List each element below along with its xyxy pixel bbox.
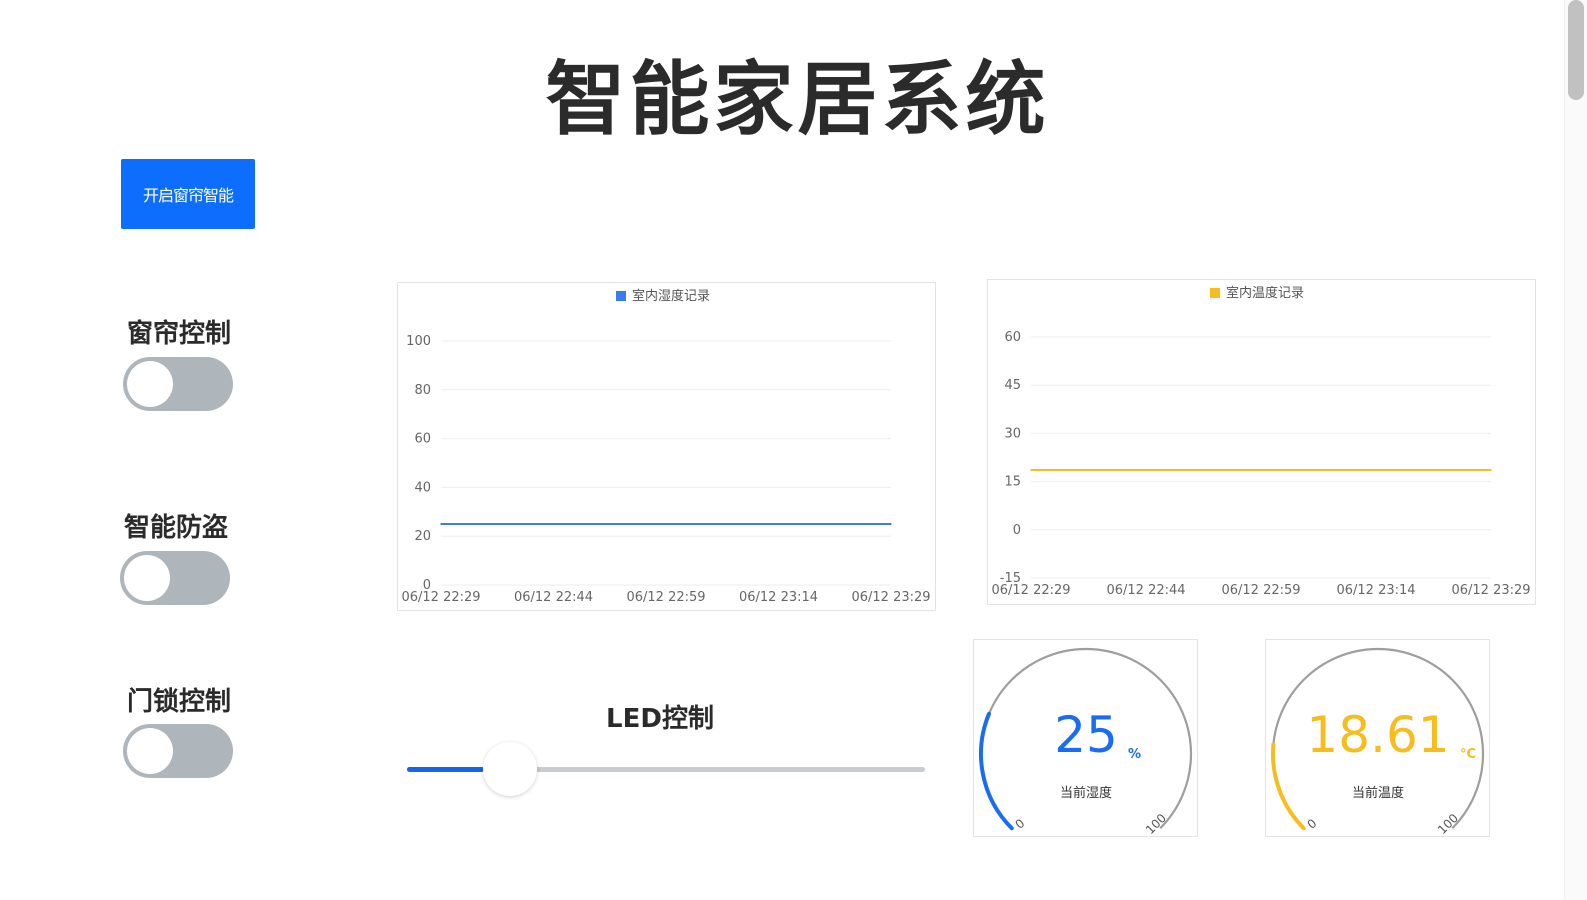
y-tick-label: 80: [414, 383, 431, 398]
led-slider-handle[interactable]: [483, 742, 537, 796]
y-tick-label: 60: [414, 432, 431, 447]
y-tick-label: 15: [1004, 475, 1021, 490]
legend-swatch: [616, 291, 626, 301]
x-tick-label: 06/12 22:29: [991, 583, 1070, 598]
led-control-label: LED控制: [606, 704, 714, 734]
gauge-min-label: 0: [1305, 816, 1320, 832]
temperature-chart: 室内温度记录-1501530456006/12 22:29 06/12 22:44…: [991, 285, 1530, 598]
legend-label: 室内湿度记录: [632, 288, 710, 304]
switch-knob: [124, 555, 170, 601]
gauge-progress: [1271, 742, 1306, 831]
humidity-gauge: 25 % 当前湿度 0 100: [979, 647, 1193, 837]
y-tick-label: 45: [1004, 378, 1021, 393]
temperature-gauge: 18.61 °C 当前温度 0 100: [1271, 647, 1485, 837]
data-point: [1260, 469, 1262, 471]
led-slider-fill: [407, 767, 484, 772]
data-point: [665, 523, 667, 525]
switch-knob: [127, 728, 173, 774]
legend-swatch: [1210, 288, 1220, 298]
x-tick-label: 06/12 23:14: [739, 590, 818, 605]
gauge-progress: [979, 711, 1014, 831]
y-tick-label: 100: [406, 334, 431, 349]
data-point: [440, 523, 442, 525]
data-point: [890, 523, 892, 525]
x-tick-label: 06/12 22:59: [1221, 583, 1300, 598]
switch-knob: [127, 361, 173, 407]
smart-curtain-button[interactable]: 开启窗帘智能: [121, 159, 255, 229]
data-point: [1030, 469, 1032, 471]
x-tick-label: 06/12 22:29: [401, 590, 480, 605]
data-point: [552, 523, 555, 525]
data-point: [1145, 469, 1147, 471]
curtain-control-label: 窗帘控制: [127, 319, 232, 349]
y-tick-label: 30: [1004, 426, 1021, 441]
gauge-unit: %: [1128, 747, 1141, 762]
y-tick-label: 20: [414, 529, 431, 544]
humidity-chart-panel: 室内湿度记录 0 20 40 60 80 100 06/12 22:29 06/12 22:44…: [397, 282, 936, 611]
gauge-value: 25: [1054, 706, 1118, 764]
y-tick-label: 60: [1004, 330, 1021, 345]
y-tick-label: 40: [414, 480, 431, 495]
x-tick-label: 06/12 23:29: [851, 590, 930, 605]
x-tick-label: 06/12 22:59: [626, 590, 705, 605]
temperature-gauge-panel: 18.61 °C 当前温度 0 100: [1265, 639, 1490, 837]
gauge-max-label: 100: [1143, 811, 1169, 836]
x-tick-label: 06/12 23:29: [1451, 583, 1530, 598]
y-tick-label: 0: [1013, 523, 1021, 538]
curtain-control-switch[interactable]: [123, 357, 233, 411]
anti-theft-switch[interactable]: [120, 551, 230, 605]
gauge-label: 当前湿度: [1060, 785, 1112, 801]
gauge-min-label: 0: [1013, 816, 1028, 832]
scrollbar-thumb[interactable]: [1568, 0, 1584, 100]
gauge-max-label: 100: [1435, 811, 1461, 836]
data-point: [1375, 469, 1377, 471]
temperature-chart-panel: 室内温度记录 -15 0 15 30 45 60 06/12 22:29 06/12 22:44…: [987, 279, 1536, 605]
legend-label: 室内温度记录: [1226, 285, 1304, 301]
door-lock-switch[interactable]: [123, 724, 233, 778]
x-tick-label: 06/12 23:14: [1336, 583, 1415, 598]
gauge-value: 18.61: [1306, 706, 1449, 764]
humidity-gauge-panel: 25% 当前湿度 0 100: [973, 639, 1198, 837]
door-lock-label: 门锁控制: [127, 687, 232, 717]
x-tick-label: 06/12 22:44: [514, 590, 593, 605]
x-tick-label: 06/12 22:44: [1106, 583, 1185, 598]
data-point: [1490, 469, 1492, 471]
page-title: 智能家居系统: [545, 53, 1050, 146]
data-point: [777, 523, 780, 525]
gauge-label: 当前温度: [1352, 785, 1404, 801]
page-scrollbar[interactable]: [1564, 0, 1587, 900]
anti-theft-label: 智能防盗: [124, 513, 229, 543]
gauge-unit: °C: [1460, 747, 1476, 762]
humidity-chart: 室内湿度记录02040608010006/12 22:29 06/12 22:44…: [401, 288, 930, 605]
